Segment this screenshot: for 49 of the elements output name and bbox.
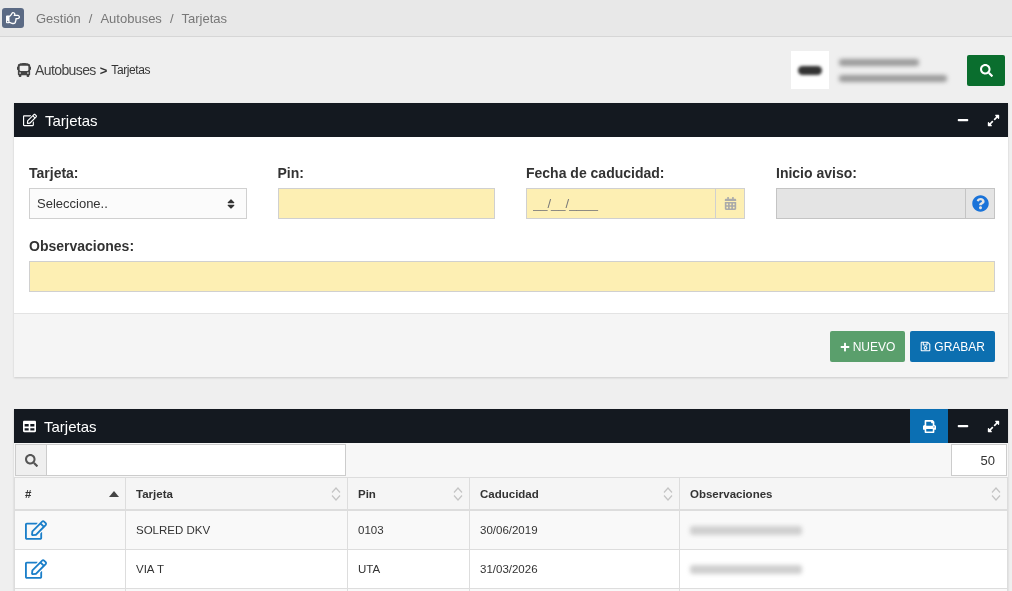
column-header[interactable]: # xyxy=(14,478,126,509)
page-title: Tarjetas xyxy=(111,63,151,77)
table-cell: SOLRED DKV xyxy=(126,511,348,549)
edit-icon xyxy=(23,113,37,127)
table-icon xyxy=(23,419,36,433)
field-label: Pin: xyxy=(277,165,305,182)
breadcrumb-separator: / xyxy=(169,10,174,26)
title-separator: > xyxy=(99,62,108,78)
breadcrumb-link[interactable]: Tarjetas xyxy=(181,10,228,26)
breadcrumb-link[interactable]: Gestión xyxy=(36,10,81,26)
help-icon[interactable] xyxy=(965,188,995,219)
save-icon xyxy=(920,341,932,352)
select-field[interactable]: Seleccione.. xyxy=(29,188,247,219)
table-cell: 30/06/2019 xyxy=(470,511,680,549)
panel-title: Tarjetas xyxy=(45,111,98,129)
breadcrumb-link[interactable]: Autobuses xyxy=(100,10,162,26)
column-header[interactable]: Caducidad xyxy=(470,478,680,509)
column-header[interactable]: Observaciones xyxy=(680,478,1008,509)
column-header[interactable]: Tarjeta xyxy=(126,478,348,509)
expand-icon[interactable] xyxy=(986,113,1000,127)
table-cell: VIA T xyxy=(126,550,348,588)
panel-title: Tarjetas xyxy=(44,417,97,435)
print-icon xyxy=(922,419,936,433)
save-button[interactable]: GRABAR xyxy=(910,331,995,362)
page-size-field[interactable]: 50 xyxy=(951,444,1007,476)
search-button[interactable] xyxy=(967,54,1005,86)
table-cell: 0103 xyxy=(348,511,470,549)
column-header[interactable]: Pin xyxy=(348,478,470,509)
hand-pointer-icon xyxy=(6,11,20,25)
table-cell: UTA xyxy=(348,550,470,588)
edit-icon[interactable] xyxy=(25,558,47,580)
expand-icon[interactable] xyxy=(986,419,1000,433)
field-label: Fecha de caducidad: xyxy=(526,165,666,182)
breadcrumb-separator: / xyxy=(88,10,93,26)
section-title: Autobuses xyxy=(35,62,96,78)
edit-icon[interactable] xyxy=(25,519,47,541)
input-field[interactable] xyxy=(29,261,995,292)
field-label: Tarjeta: xyxy=(29,165,80,182)
print-button[interactable] xyxy=(910,409,948,443)
field-label: Inicio aviso: xyxy=(776,165,858,182)
search-icon xyxy=(979,63,993,77)
home-button[interactable] xyxy=(2,8,24,28)
field-label: Observaciones: xyxy=(29,238,136,255)
bus-icon xyxy=(17,63,31,77)
search-field[interactable] xyxy=(47,444,346,476)
table-cell: 31/03/2026 xyxy=(470,550,680,588)
plus-icon xyxy=(839,341,850,352)
date-field[interactable]: __/__/____ xyxy=(526,188,715,219)
input-field[interactable] xyxy=(277,188,495,219)
